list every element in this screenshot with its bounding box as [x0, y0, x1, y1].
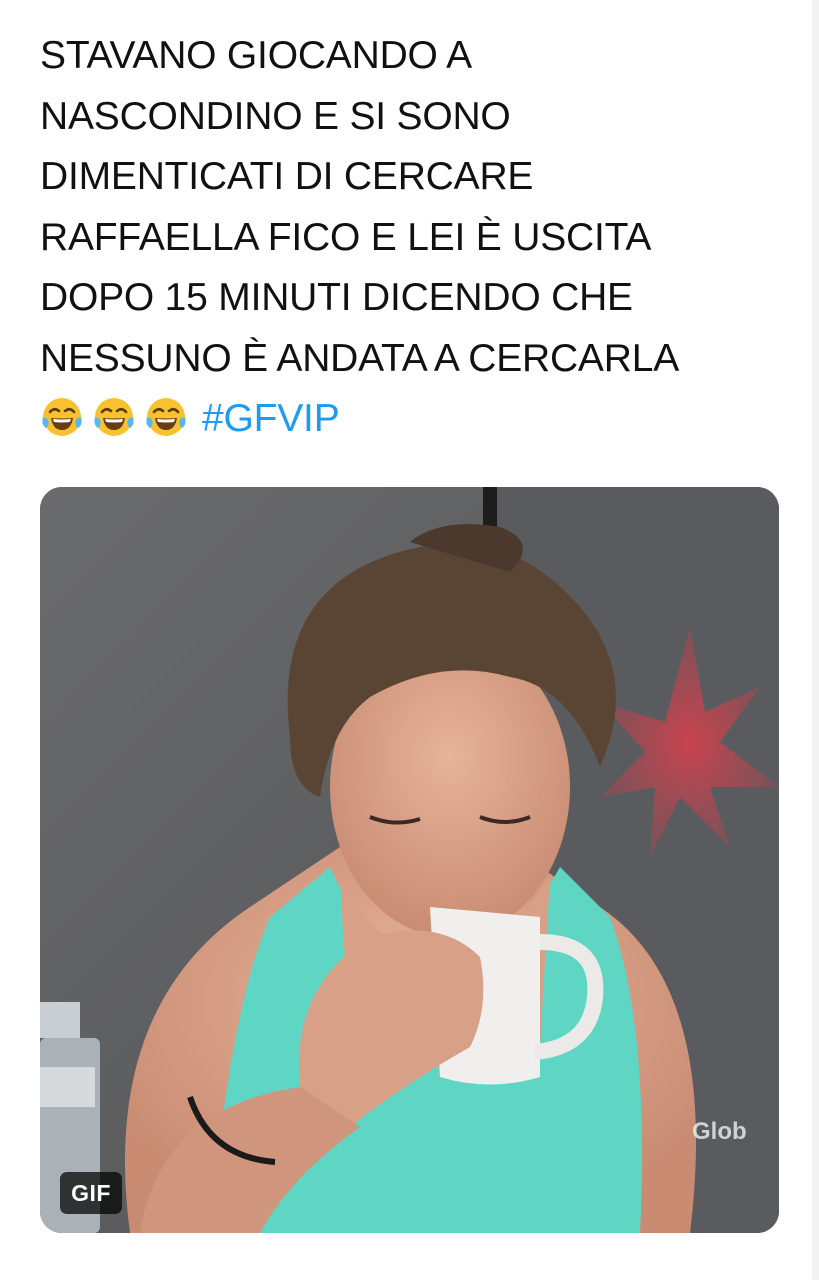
gif-badge[interactable]: GIF — [60, 1172, 122, 1214]
tweet-line: NASCONDINO E SI SONO — [40, 94, 511, 138]
gif-frame-illustration — [40, 487, 779, 1233]
tweet-line: RAFFAELLA FICO E LEI È USCITA — [40, 215, 652, 259]
tweet-line: DIMENTICATI DI CERCARE — [40, 155, 534, 198]
tweet-text: STAVANO GIOCANDO A NASCONDINO E SI SONO … — [40, 26, 800, 449]
face-with-tears-of-joy-icon — [42, 398, 82, 436]
tweet-line: NESSUNO È ANDATA A CERCARLA — [40, 336, 680, 380]
scrollbar-track[interactable] — [812, 0, 819, 1280]
face-with-tears-of-joy-icon — [146, 398, 186, 436]
gif-media[interactable]: Glob GIF — [40, 487, 779, 1233]
emoji-hashtag-row: #GFVIP — [40, 389, 800, 449]
tweet-line: STAVANO GIOCANDO A — [40, 34, 472, 77]
tweet-line: DOPO 15 MINUTI DICENDO CHE — [40, 276, 633, 319]
hashtag-link[interactable]: #GFVIP — [202, 397, 340, 440]
face-with-tears-of-joy-icon — [94, 398, 134, 436]
channel-watermark: Glob — [692, 1118, 747, 1145]
